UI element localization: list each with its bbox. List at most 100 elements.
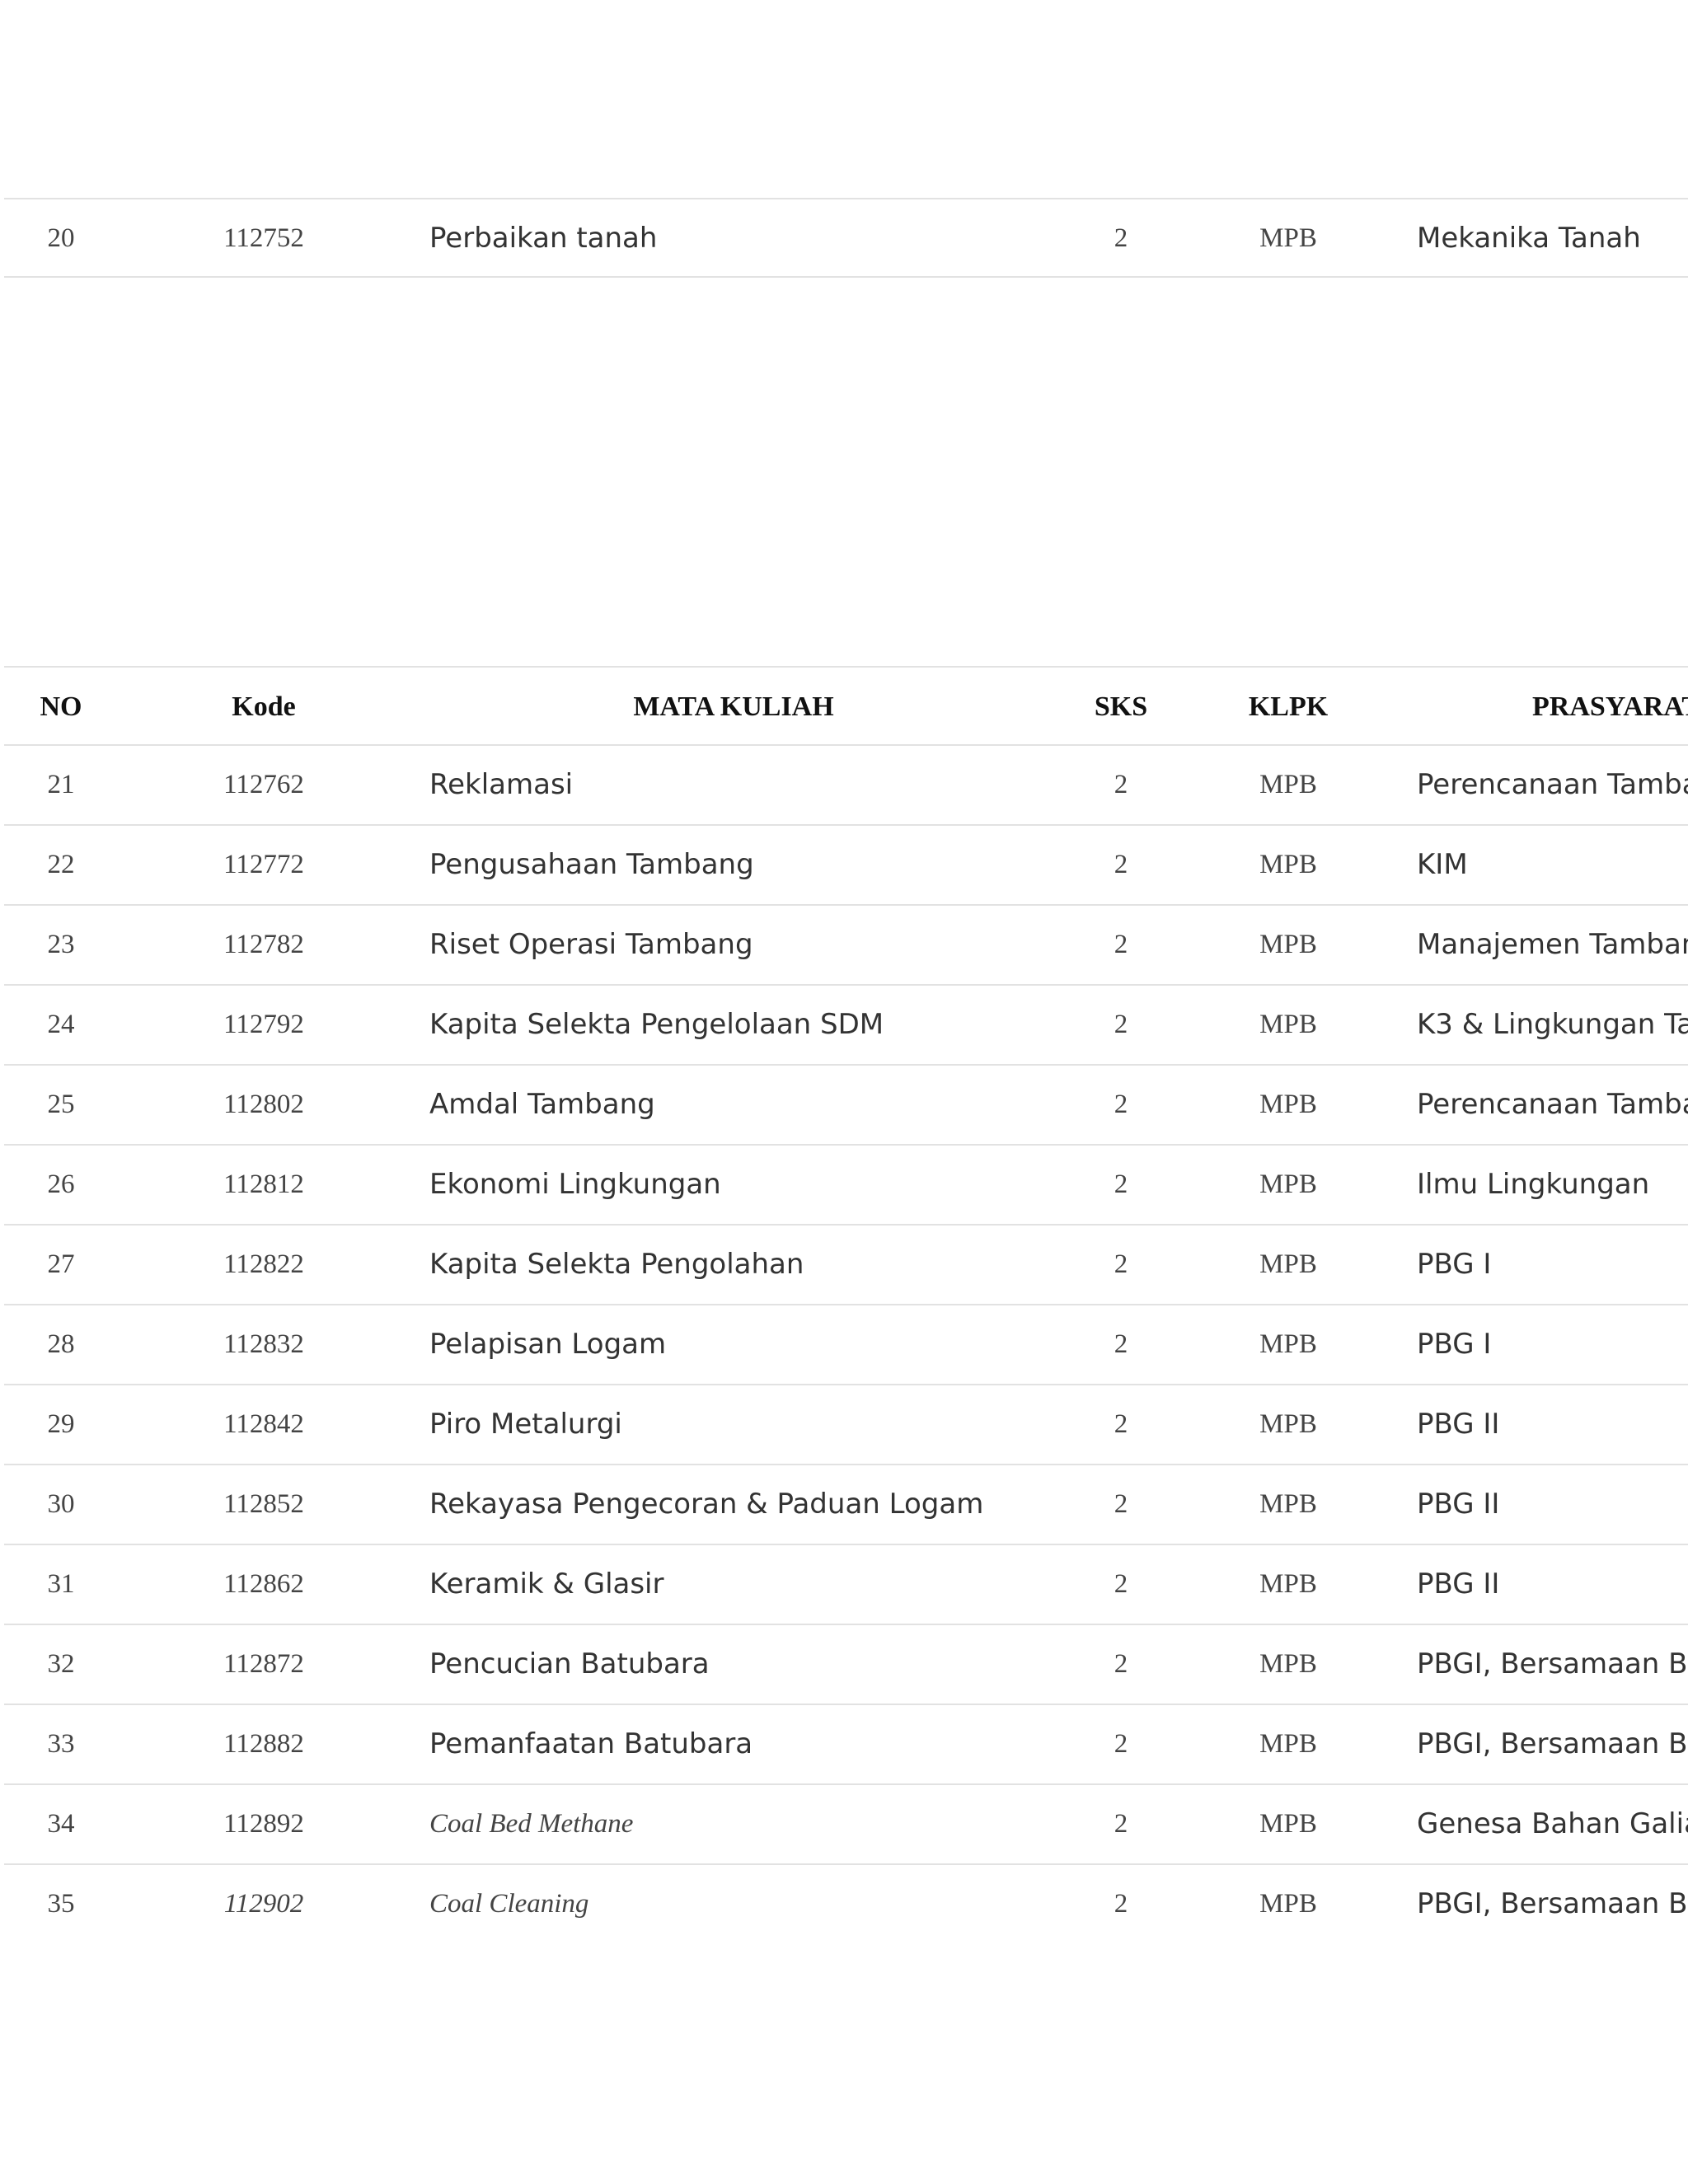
table-row: 24 112792 Kapita Selekta Pengelolaan SDM… bbox=[4, 986, 1688, 1066]
cell-kode: 112802 bbox=[223, 1090, 304, 1119]
cell-no: 32 bbox=[47, 1649, 75, 1679]
table-row: 26 112812 Ekonomi Lingkungan 2 MPB Ilmu … bbox=[4, 1146, 1688, 1226]
cell-mata-kuliah: Pelapisan Logam bbox=[429, 1328, 667, 1361]
header-no: NO bbox=[40, 691, 82, 722]
cell-klpk: MPB bbox=[1259, 1169, 1317, 1199]
cell-no: 22 bbox=[47, 850, 75, 879]
cell-kode: 112832 bbox=[223, 1329, 304, 1359]
header-sks: SKS bbox=[1094, 691, 1148, 722]
cell-klpk: MPB bbox=[1259, 1249, 1317, 1279]
cell-prasyarat: PBG II bbox=[1417, 1568, 1500, 1601]
cell-prasyarat: Mekanika Tanah bbox=[1417, 222, 1641, 255]
cell-mata-kuliah: Amdal Tambang bbox=[429, 1088, 655, 1121]
cell-kode: 112892 bbox=[223, 1809, 304, 1839]
cell-no: 31 bbox=[47, 1569, 75, 1599]
cell-mata-kuliah: Ekonomi Lingkungan bbox=[429, 1168, 721, 1201]
cell-klpk: MPB bbox=[1259, 1889, 1317, 1919]
cell-no: 34 bbox=[47, 1809, 75, 1839]
table-row: 33 112882 Pemanfaatan Batubara 2 MPB PBG… bbox=[4, 1705, 1688, 1785]
cell-klpk: MPB bbox=[1259, 930, 1317, 959]
table-row: 25 112802 Amdal Tambang 2 MPB Perencanaa… bbox=[4, 1066, 1688, 1146]
cell-no: 26 bbox=[47, 1169, 75, 1199]
cell-sks: 2 bbox=[1114, 1329, 1128, 1359]
cell-no: 27 bbox=[47, 1249, 75, 1279]
cell-klpk: MPB bbox=[1259, 1090, 1317, 1119]
cell-prasyarat: Genesa Bahan Galian bbox=[1417, 1807, 1688, 1840]
cell-prasyarat: PBGI, Bersamaan Btb bbox=[1417, 1647, 1688, 1680]
header-klpk: KLPK bbox=[1248, 691, 1329, 722]
cell-mata-kuliah: Coal Bed Methane bbox=[429, 1809, 634, 1839]
cell-mata-kuliah: Pencucian Batubara bbox=[429, 1647, 710, 1680]
table-row: 32 112872 Pencucian Batubara 2 MPB PBGI,… bbox=[4, 1625, 1688, 1705]
cell-kode: 112752 bbox=[223, 223, 304, 253]
cell-prasyarat: PBGI, Bersamaan Btb bbox=[1417, 1727, 1688, 1760]
cell-mata-kuliah: Perbaikan tanah bbox=[429, 222, 658, 255]
table-row: 30 112852 Rekayasa Pengecoran & Paduan L… bbox=[4, 1465, 1688, 1545]
cell-no: 25 bbox=[47, 1090, 75, 1119]
cell-prasyarat: PBG I bbox=[1417, 1328, 1492, 1361]
cell-kode: 112882 bbox=[223, 1729, 304, 1759]
cell-klpk: MPB bbox=[1259, 1409, 1317, 1439]
cell-mata-kuliah: Kapita Selekta Pengolahan bbox=[429, 1248, 804, 1281]
cell-no: 20 bbox=[47, 223, 75, 253]
cell-prasyarat: Perencanaan Tamban bbox=[1417, 1088, 1688, 1121]
cell-sks: 2 bbox=[1114, 1169, 1128, 1199]
cell-klpk: MPB bbox=[1259, 1489, 1317, 1519]
cell-sks: 2 bbox=[1114, 1649, 1128, 1679]
cell-kode: 112792 bbox=[223, 1010, 304, 1039]
cell-prasyarat: Manajemen Tamban bbox=[1417, 928, 1688, 961]
table-row: 27 112822 Kapita Selekta Pengolahan 2 MP… bbox=[4, 1226, 1688, 1305]
cell-sks: 2 bbox=[1114, 1729, 1128, 1759]
cell-mata-kuliah: Keramik & Glasir bbox=[429, 1568, 664, 1601]
table-row: 31 112862 Keramik & Glasir 2 MPB PBG II bbox=[4, 1545, 1688, 1625]
cell-kode: 112812 bbox=[223, 1169, 304, 1199]
table-row: 28 112832 Pelapisan Logam 2 MPB PBG I bbox=[4, 1305, 1688, 1385]
cell-sks: 2 bbox=[1114, 1569, 1128, 1599]
cell-klpk: MPB bbox=[1259, 1649, 1317, 1679]
cell-mata-kuliah: Kapita Selekta Pengelolaan SDM bbox=[429, 1008, 884, 1041]
cell-kode: 112902 bbox=[223, 1889, 304, 1919]
table-header-row: NO Kode MATA KULIAH SKS KLPK PRASYARAT bbox=[4, 666, 1688, 746]
cell-no: 33 bbox=[47, 1729, 75, 1759]
cell-prasyarat: PBGI, Bersamaan Btb bbox=[1417, 1887, 1688, 1920]
cell-kode: 112842 bbox=[223, 1409, 304, 1439]
cell-sks: 2 bbox=[1114, 1010, 1128, 1039]
cell-mata-kuliah: Piro Metalurgi bbox=[429, 1408, 622, 1441]
cell-sks: 2 bbox=[1114, 770, 1128, 799]
cell-klpk: MPB bbox=[1259, 850, 1317, 879]
cell-no: 29 bbox=[47, 1409, 75, 1439]
header-prasyarat: PRASYARAT bbox=[1532, 691, 1688, 722]
cell-prasyarat: PBG II bbox=[1417, 1408, 1500, 1441]
table-row: 29 112842 Piro Metalurgi 2 MPB PBG II bbox=[4, 1385, 1688, 1465]
cell-no: 28 bbox=[47, 1329, 75, 1359]
header-kode: Kode bbox=[232, 691, 296, 722]
cell-prasyarat: K3 & Lingkungan Ta bbox=[1417, 1008, 1688, 1041]
cell-sks: 2 bbox=[1114, 1889, 1128, 1919]
cell-kode: 112862 bbox=[223, 1569, 304, 1599]
cell-mata-kuliah: Pemanfaatan Batubara bbox=[429, 1727, 753, 1760]
cell-no: 24 bbox=[47, 1010, 75, 1039]
table-row: 20 112752 Perbaikan tanah 2 MPB Mekanika… bbox=[4, 198, 1688, 278]
cell-sks: 2 bbox=[1114, 850, 1128, 879]
cell-klpk: MPB bbox=[1259, 1809, 1317, 1839]
cell-prasyarat: PBG I bbox=[1417, 1248, 1492, 1281]
cell-mata-kuliah: Rekayasa Pengecoran & Paduan Logam bbox=[429, 1488, 984, 1521]
cell-prasyarat: KIM bbox=[1417, 848, 1468, 881]
cell-klpk: MPB bbox=[1259, 1729, 1317, 1759]
cell-sks: 2 bbox=[1114, 930, 1128, 959]
cell-sks: 2 bbox=[1114, 1409, 1128, 1439]
cell-sks: 2 bbox=[1114, 1809, 1128, 1839]
table-row: 23 112782 Riset Operasi Tambang 2 MPB Ma… bbox=[4, 906, 1688, 986]
cell-sks: 2 bbox=[1114, 1489, 1128, 1519]
cell-klpk: MPB bbox=[1259, 1329, 1317, 1359]
header-mata-kuliah: MATA KULIAH bbox=[633, 691, 834, 722]
cell-klpk: MPB bbox=[1259, 770, 1317, 799]
cell-no: 23 bbox=[47, 930, 75, 959]
cell-mata-kuliah: Reklamasi bbox=[429, 768, 574, 801]
cell-no: 30 bbox=[47, 1489, 75, 1519]
cell-kode: 112762 bbox=[223, 770, 304, 799]
cell-kode: 112782 bbox=[223, 930, 304, 959]
cell-sks: 2 bbox=[1114, 1090, 1128, 1119]
cell-prasyarat: PBG II bbox=[1417, 1488, 1500, 1521]
table-row: 35 112902 Coal Cleaning 2 MPB PBGI, Bers… bbox=[4, 1865, 1688, 1945]
